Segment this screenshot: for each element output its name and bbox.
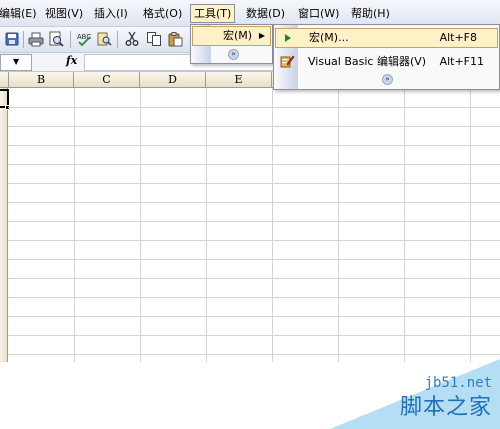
tools-menu: 宏(M) ▶ » <box>190 24 273 64</box>
grid-row-line <box>8 240 500 241</box>
print-icon[interactable] <box>28 31 44 47</box>
grid-row-line <box>8 354 500 355</box>
row-headers[interactable] <box>0 88 8 362</box>
grid-row-line <box>8 164 500 165</box>
menu-help[interactable]: 帮助(H) <box>348 4 393 23</box>
run-macro-icon <box>285 34 291 42</box>
name-box-dropdown-icon[interactable]: ▼ <box>13 57 19 66</box>
grid-row-line <box>8 221 500 222</box>
insert-function-button[interactable]: fx <box>66 54 77 67</box>
toolbar-separator <box>23 31 24 48</box>
visual-basic-editor-icon <box>280 55 295 68</box>
grid-row-line <box>8 145 500 146</box>
column-header-b[interactable]: B <box>9 72 74 88</box>
menu-bar: 编辑(E) 视图(V) 插入(I) 格式(O) 工具(T) 数据(D) 窗口(W… <box>0 0 500 27</box>
column-header-partial[interactable] <box>0 72 9 88</box>
toolbar-separator <box>70 31 71 48</box>
menu-edit[interactable]: 编辑(E) <box>0 4 40 23</box>
menu-item-shortcut: Alt+F11 <box>439 55 484 68</box>
menu-window[interactable]: 窗口(W) <box>295 4 342 23</box>
copy-icon[interactable] <box>146 31 162 47</box>
column-header-e[interactable]: E <box>206 72 272 88</box>
grid-column-line <box>74 88 75 362</box>
watermark-logo: 脚本之家 <box>399 395 492 420</box>
grid-column-line <box>206 88 207 362</box>
grid-column-line <box>338 88 339 362</box>
grid-row-line <box>8 316 500 317</box>
menu-item-shortcut: Alt+F8 <box>439 31 477 44</box>
paste-icon[interactable] <box>167 31 183 47</box>
print-preview-icon[interactable] <box>48 31 64 47</box>
research-icon[interactable] <box>96 31 112 47</box>
grid-row-line <box>8 259 500 260</box>
menu-format[interactable]: 格式(O) <box>140 4 185 23</box>
grid-row-line <box>8 126 500 127</box>
submenu-arrow-icon: ▶ <box>258 31 265 40</box>
menu-item-label: Visual Basic 编辑器(V) <box>308 55 427 68</box>
grid-row-line <box>8 335 500 336</box>
grid-column-line <box>272 88 273 362</box>
submenu-item-visual-basic-editor[interactable]: Visual Basic 编辑器(V) Alt+F11 <box>275 52 498 72</box>
menu-insert[interactable]: 插入(I) <box>91 4 131 23</box>
save-icon[interactable] <box>4 31 20 47</box>
submenu-item-macros[interactable]: 宏(M)... Alt+F8 <box>275 28 498 48</box>
menu-expand-icon[interactable]: » <box>228 49 239 60</box>
grid-column-line <box>140 88 141 362</box>
spelling-icon[interactable]: ABC <box>76 31 92 47</box>
cut-icon[interactable] <box>124 31 140 47</box>
grid-column-line <box>404 88 405 362</box>
grid-column-line <box>470 88 471 362</box>
name-box[interactable]: ▼ <box>0 54 32 71</box>
grid-row-line <box>8 278 500 279</box>
worksheet-grid[interactable]: B C D E <box>0 72 500 362</box>
toolbar-separator <box>117 31 118 48</box>
grid-row-line <box>8 297 500 298</box>
menu-item-label: 宏(M) <box>223 29 253 42</box>
menu-item-label: 宏(M)... <box>309 31 349 44</box>
column-header-c[interactable]: C <box>74 72 140 88</box>
menu-view[interactable]: 视图(V) <box>42 4 86 23</box>
menu-tools[interactable]: 工具(T) <box>190 4 236 23</box>
column-header-d[interactable]: D <box>140 72 206 88</box>
menu-data[interactable]: 数据(D) <box>243 4 288 23</box>
menu-expand-icon[interactable]: » <box>382 74 393 85</box>
grid-row-line <box>8 183 500 184</box>
tools-menu-item-macro[interactable]: 宏(M) ▶ <box>192 26 271 46</box>
grid-row-line <box>8 202 500 203</box>
grid-row-line <box>8 107 500 108</box>
macro-submenu: 宏(M)... Alt+F8 Visual Basic 编辑器(V) Alt+F… <box>273 24 500 90</box>
